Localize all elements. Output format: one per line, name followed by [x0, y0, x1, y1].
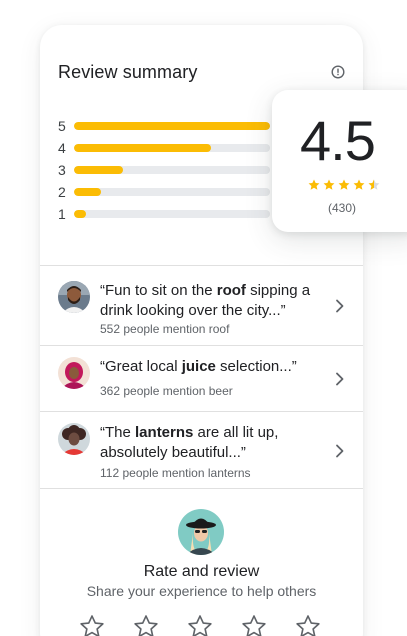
- bar-track: [74, 188, 270, 196]
- chevron-right-icon: [336, 372, 344, 386]
- bar-track: [74, 166, 270, 174]
- star-rating-input: [78, 613, 322, 636]
- avatar-woman-headscarf: [58, 357, 90, 389]
- bar-label: 4: [58, 140, 66, 156]
- section-title: Review summary: [58, 62, 198, 82]
- rate-subtitle: Share your experience to help others: [86, 583, 317, 599]
- star-icon: [338, 179, 350, 190]
- bar-label: 2: [58, 184, 66, 200]
- bar-track: [74, 122, 270, 130]
- mention-keyword: juice: [181, 358, 216, 375]
- bar-row-5: 5: [58, 115, 270, 137]
- bar-fill: [74, 210, 86, 218]
- star-icon: [308, 179, 320, 190]
- bar-fill: [74, 144, 212, 152]
- avatar-woman-curly-hair: [58, 423, 90, 455]
- bar-track: [74, 210, 270, 218]
- star-half-icon: [368, 179, 380, 190]
- mention-count: 552 people mention roof: [100, 322, 230, 336]
- average-rating-card: 4.5 (430): [272, 90, 407, 232]
- rate-star-2[interactable]: [132, 613, 160, 636]
- chevron-right-icon: [336, 299, 344, 313]
- bar-row-4: 4: [58, 137, 270, 159]
- mention-quote: “The lanterns are all lit up, absolutely…: [100, 424, 279, 461]
- info-icon[interactable]: [331, 65, 345, 79]
- avatar-woman-hat: [178, 509, 224, 555]
- bar-fill: [74, 122, 270, 130]
- mention-quote: “Fun to sit on the roof sipping a drink …: [100, 282, 311, 319]
- bar-fill: [74, 166, 123, 174]
- bar-row-2: 2: [58, 181, 270, 203]
- mention-count: 112 people mention lanterns: [100, 466, 251, 480]
- average-stars: [307, 178, 381, 192]
- star-icon: [323, 179, 335, 190]
- mention-list: “Fun to sit on the roof sipping a drink …: [40, 265, 363, 489]
- rate-title: Rate and review: [143, 563, 260, 580]
- mention-keyword: roof: [216, 282, 246, 299]
- mention-item-lanterns[interactable]: “The lanterns are all lit up, absolutely…: [40, 411, 363, 489]
- bar-track: [74, 144, 270, 152]
- mention-quote: “Great local juice selection...”: [100, 358, 297, 375]
- header: Review summary: [58, 62, 345, 84]
- mention-keyword: lanterns: [135, 424, 194, 441]
- bar-label: 3: [58, 162, 66, 178]
- stage: Review summary 5 4 3 2 1 “Fun to sit on …: [0, 0, 407, 636]
- bar-fill: [74, 188, 102, 196]
- mention-count: 362 people mention beer: [100, 384, 233, 398]
- rate-star-4[interactable]: [240, 613, 268, 636]
- average-score: 4.5: [300, 109, 376, 172]
- rating-distribution: 5 4 3 2 1: [58, 115, 270, 225]
- star-icon: [353, 179, 365, 190]
- avatar-bearded-man: [58, 281, 90, 313]
- bar-row-1: 1: [58, 203, 270, 225]
- mention-item-juice[interactable]: “Great local juice selection...” 362 peo…: [40, 345, 363, 411]
- mention-item-roof[interactable]: “Fun to sit on the roof sipping a drink …: [40, 265, 363, 345]
- rate-star-5[interactable]: [294, 613, 322, 636]
- review-count: (430): [328, 201, 357, 215]
- chevron-right-icon: [336, 444, 344, 458]
- rate-star-3[interactable]: [186, 613, 214, 636]
- bar-row-3: 3: [58, 159, 270, 181]
- bar-label: 5: [58, 118, 66, 134]
- bar-label: 1: [58, 206, 66, 222]
- rate-star-1[interactable]: [78, 613, 106, 636]
